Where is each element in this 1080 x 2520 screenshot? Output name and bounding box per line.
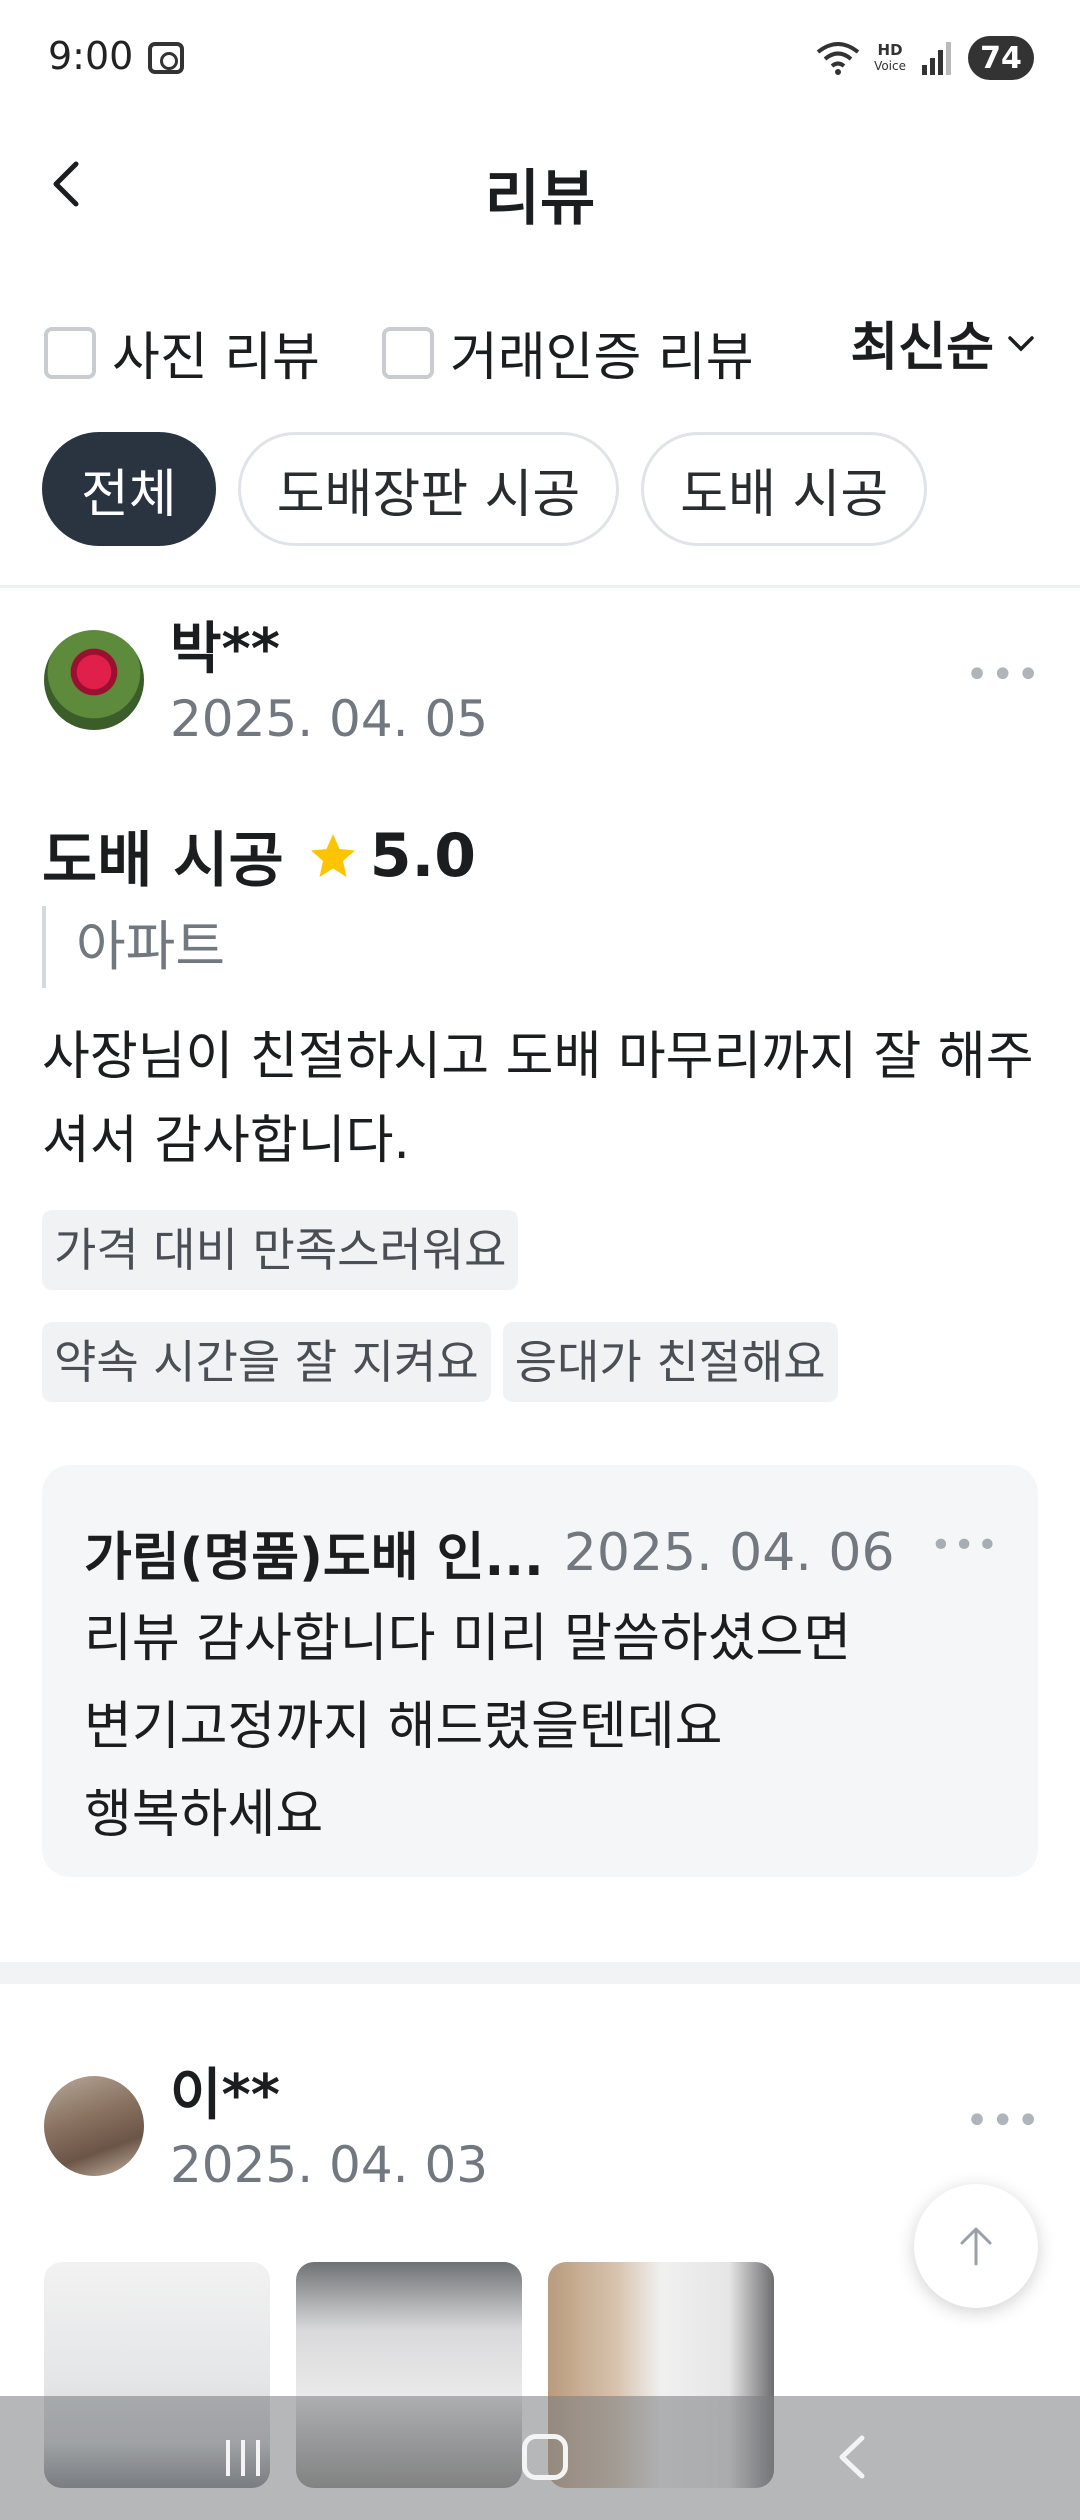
signal-icon — [922, 42, 951, 75]
header: 리뷰 — [0, 120, 1080, 250]
section-divider — [0, 1962, 1080, 1984]
photo-review-label: 사진 리뷰 — [112, 328, 320, 388]
sort-label: 최신순 — [850, 318, 994, 378]
owner-reply: 가림(명품)도배 인... 2025. 04. 06 ••• 리뷰 감사합니다 … — [42, 1465, 1038, 1877]
arrow-up-icon — [960, 2227, 992, 2266]
service-name: 도배 시공 — [42, 826, 284, 896]
reply-text: 리뷰 감사합니다 미리 말씀하셨으면 변기고정까지 해드렸을텐데요 행복하세요 — [84, 1609, 852, 1845]
sort-dropdown[interactable]: 최신순 — [850, 305, 1038, 380]
more-icon[interactable]: ••• — [965, 2098, 1042, 2144]
avatar — [44, 2076, 144, 2176]
review-tag: 응대가 친절해요 — [502, 1322, 838, 1402]
review-date: 2025. 04. 03 — [170, 2136, 489, 2194]
verified-review-label: 거래인증 리뷰 — [450, 328, 754, 388]
system-nav-bar — [0, 2396, 1080, 2520]
star-icon — [310, 833, 355, 877]
verified-review-filter[interactable]: 거래인증 리뷰 — [382, 315, 754, 390]
wifi-icon — [816, 42, 860, 75]
reply-date: 2025. 04. 06 — [563, 1522, 895, 1583]
category-chips: 전체 도배장판 시공 도배 시공 — [42, 432, 928, 546]
filter-row: 사진 리뷰 거래인증 리뷰 최신순 — [0, 295, 1080, 388]
hd-voice-icon: HD Voice — [874, 41, 906, 73]
housing-type: 아파트 — [42, 906, 225, 988]
recent-apps-icon[interactable] — [222, 2438, 264, 2478]
page-title: 리뷰 — [484, 164, 596, 234]
service-title: 도배 시공 5.0 — [42, 812, 476, 899]
status-time: 9:00 — [48, 34, 134, 78]
home-icon[interactable] — [522, 2434, 568, 2480]
reply-header: 가림(명품)도배 인... 2025. 04. 06 — [84, 1515, 895, 1590]
more-icon[interactable]: ••• — [965, 652, 1042, 698]
review-date: 2025. 04. 05 — [170, 690, 489, 748]
chevron-down-icon — [1008, 335, 1034, 351]
scroll-to-top-button[interactable] — [914, 2184, 1038, 2308]
photo-review-checkbox[interactable] — [44, 326, 96, 379]
avatar — [44, 630, 144, 730]
system-back-icon[interactable] — [830, 2434, 876, 2480]
chip-wallpaper-flooring[interactable]: 도배장판 시공 — [237, 432, 620, 546]
reviewer-name: 박** — [170, 617, 281, 682]
reviewer-name: 이** — [170, 2063, 281, 2128]
status-bar: 9:00 HD Voice 74 — [0, 0, 1080, 120]
chip-all[interactable]: 전체 — [42, 432, 216, 546]
review-text: 사장님이 친절하시고 도배 마무리까지 잘 해주셔서 감사합니다. — [42, 1027, 1034, 1171]
reply-more-icon[interactable]: ••• — [930, 1525, 1000, 1566]
status-icons: HD Voice 74 — [816, 36, 1034, 80]
review-tags: 가격 대비 만족스러워요 약속 시간을 잘 지켜요 응대가 친절해요 — [42, 1210, 1042, 1402]
rating-group: 5.0 — [308, 821, 476, 891]
verified-review-checkbox[interactable] — [382, 326, 434, 379]
battery-indicator: 74 — [968, 36, 1034, 80]
review-tag: 가격 대비 만족스러워요 — [42, 1210, 519, 1290]
divider — [0, 585, 1080, 588]
screenshot-icon — [148, 42, 184, 74]
chip-wallpaper[interactable]: 도배 시공 — [641, 432, 928, 546]
photo-review-filter[interactable]: 사진 리뷰 — [44, 315, 320, 390]
rating-value: 5.0 — [369, 820, 476, 891]
review-tag: 약속 시간을 잘 지켜요 — [42, 1322, 491, 1402]
reply-author: 가림(명품)도배 인... — [84, 1528, 544, 1588]
